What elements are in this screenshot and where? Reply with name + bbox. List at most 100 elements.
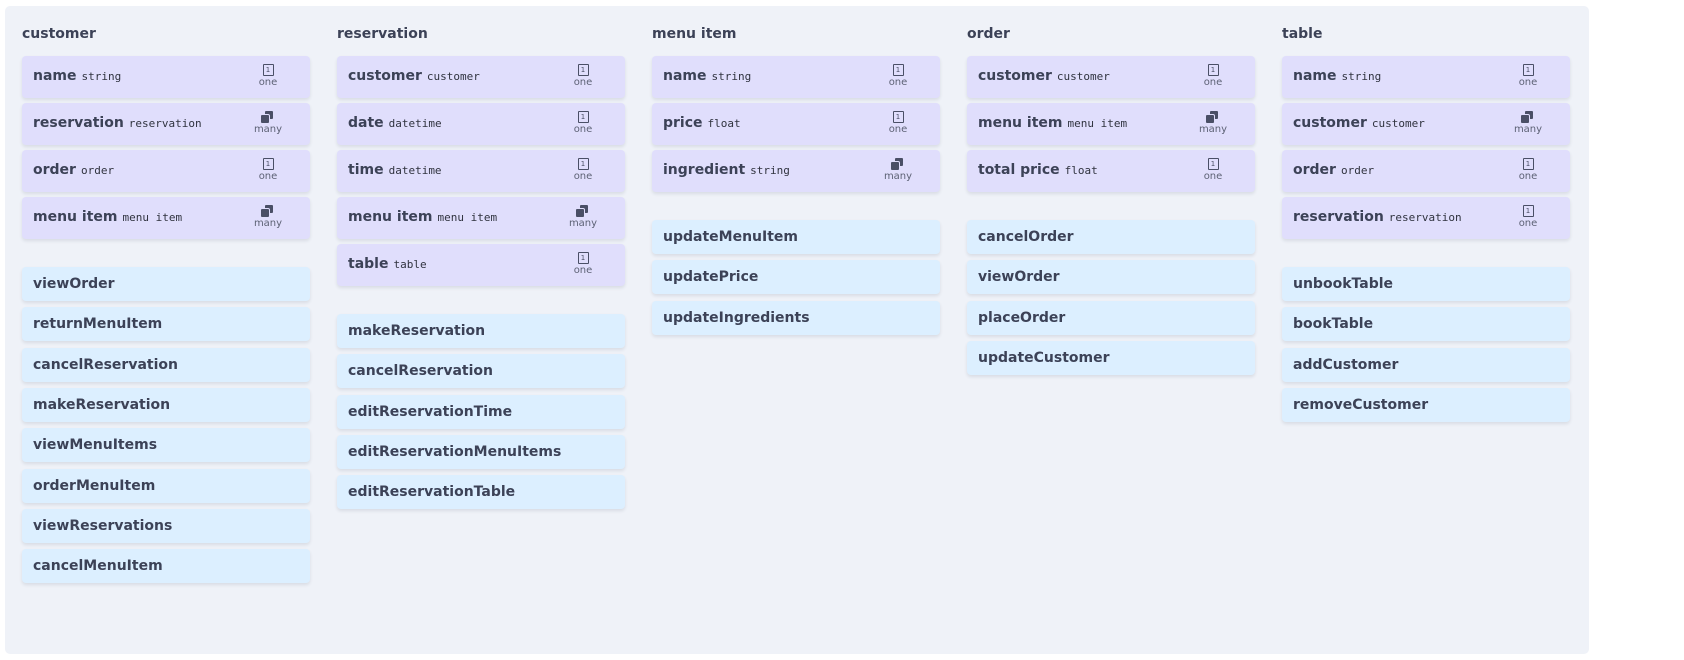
entity-title: order (967, 26, 1010, 42)
attribute-type: datetime (388, 117, 442, 130)
attribute-card[interactable]: table table 1 one (337, 244, 625, 286)
method-label: updateIngredients (663, 310, 810, 326)
attribute-card[interactable]: total price float 1 one (967, 150, 1255, 192)
entity-title: reservation (337, 26, 428, 42)
attribute-card[interactable]: date datetime 1 one (337, 103, 625, 145)
method-card[interactable]: viewOrder (967, 260, 1255, 294)
attribute-card[interactable]: menu item menu item many (22, 197, 310, 239)
method-card[interactable]: updateMenuItem (652, 220, 940, 254)
entity-panel-customer: customer name string 1 one reservation reserva… (5, 6, 329, 654)
multiplicity-one-icon: 1 (892, 64, 904, 76)
method-label: editReservationTable (348, 484, 516, 500)
multiplicity-label: many (1513, 124, 1543, 135)
attribute-text: order order (33, 162, 114, 178)
method-card[interactable]: cancelMenuItem (22, 549, 310, 583)
multiplicity-indicator: 1 one (563, 64, 603, 88)
method-card[interactable]: updateCustomer (967, 341, 1255, 375)
attribute-card[interactable]: reservation reservation many (22, 103, 310, 145)
method-card[interactable]: editReservationTime (337, 395, 625, 429)
method-label: viewOrder (978, 269, 1060, 285)
method-label: updatePrice (663, 269, 759, 285)
multiplicity-label: one (573, 265, 593, 276)
method-card[interactable]: editReservationTable (337, 475, 625, 509)
attribute-name: menu item (33, 209, 118, 225)
attribute-type: order (80, 164, 115, 177)
attribute-card[interactable]: reservation reservation 1 one (1282, 197, 1570, 239)
attribute-card[interactable]: order order 1 one (1282, 150, 1570, 192)
method-card[interactable]: updatePrice (652, 260, 940, 294)
method-card[interactable]: viewOrder (22, 267, 310, 301)
attribute-card[interactable]: menu item menu item many (967, 103, 1255, 145)
attribute-text: time datetime (348, 162, 442, 178)
multiplicity-label: one (888, 124, 908, 135)
attribute-card[interactable]: price float 1 one (652, 103, 940, 145)
attribute-text: order order (1293, 162, 1374, 178)
attribute-name: customer (978, 68, 1052, 84)
multiplicity-one-icon: 1 (1522, 205, 1534, 217)
multiplicity-indicator: many (248, 111, 288, 135)
attribute-type: reservation (128, 117, 202, 130)
multiplicity-label: many (568, 218, 598, 229)
multiplicity-one-icon: 1 (1207, 158, 1219, 170)
multiplicity-one-icon: 1 (892, 111, 904, 123)
multiplicity-many-icon (261, 205, 275, 217)
method-card[interactable]: cancelOrder (967, 220, 1255, 254)
attribute-card[interactable]: ingredient string many (652, 150, 940, 192)
attribute-card[interactable]: name string 1 one (652, 56, 940, 98)
method-card[interactable]: editReservationMenuItems (337, 435, 625, 469)
method-card[interactable]: updateIngredients (652, 301, 940, 335)
attribute-type: customer (426, 70, 480, 83)
method-label: updateMenuItem (663, 229, 798, 245)
attribute-name: date (348, 115, 384, 131)
multiplicity-label: many (253, 124, 283, 135)
multiplicity-many-icon (261, 111, 275, 123)
multiplicity-label: many (253, 218, 283, 229)
multiplicity-label: one (258, 171, 278, 182)
attribute-name: menu item (978, 115, 1063, 131)
multiplicity-indicator: many (1508, 111, 1548, 135)
entity-title: customer (22, 26, 96, 42)
attribute-card[interactable]: name string 1 one (1282, 56, 1570, 98)
method-label: returnMenuItem (33, 316, 163, 332)
attribute-card[interactable]: name string 1 one (22, 56, 310, 98)
attribute-card[interactable]: customer customer 1 one (337, 56, 625, 98)
method-card[interactable]: returnMenuItem (22, 307, 310, 341)
method-card[interactable]: makeReservation (22, 388, 310, 422)
attribute-text: table table (348, 256, 427, 272)
attribute-card[interactable]: order order 1 one (22, 150, 310, 192)
attribute-card[interactable]: menu item menu item many (337, 197, 625, 239)
method-card[interactable]: viewReservations (22, 509, 310, 543)
method-label: updateCustomer (978, 350, 1110, 366)
entity-title: table (1282, 26, 1323, 42)
multiplicity-one-icon: 1 (262, 158, 274, 170)
method-card[interactable]: cancelReservation (337, 354, 625, 388)
method-card[interactable]: cancelReservation (22, 348, 310, 382)
method-label: viewMenuItems (33, 437, 158, 453)
attribute-type: float (707, 117, 741, 130)
method-card[interactable]: removeCustomer (1282, 388, 1570, 422)
attribute-card[interactable]: customer customer 1 one (967, 56, 1255, 98)
entity-panel-table: table name string 1 one customer customer many o… (1265, 6, 1589, 654)
entity-panel-order: order customer customer 1 one menu item menu i… (950, 6, 1274, 654)
method-card[interactable]: placeOrder (967, 301, 1255, 335)
method-card[interactable]: viewMenuItems (22, 428, 310, 462)
multiplicity-label: many (883, 171, 913, 182)
attribute-card[interactable]: time datetime 1 one (337, 150, 625, 192)
attribute-type: menu item (122, 211, 183, 224)
method-card[interactable]: addCustomer (1282, 348, 1570, 382)
attribute-name: order (33, 162, 76, 178)
attribute-card[interactable]: customer customer many (1282, 103, 1570, 145)
multiplicity-label: one (1518, 218, 1538, 229)
method-card[interactable]: unbookTable (1282, 267, 1570, 301)
method-label: makeReservation (33, 397, 171, 413)
method-label: unbookTable (1293, 276, 1394, 292)
multiplicity-one-icon: 1 (577, 111, 589, 123)
class-diagram-board: customer name string 1 one reservation reserva… (0, 0, 1684, 660)
method-card[interactable]: makeReservation (337, 314, 625, 348)
multiplicity-many-icon (576, 205, 590, 217)
multiplicity-indicator: many (563, 205, 603, 229)
multiplicity-label: one (1203, 171, 1223, 182)
attribute-name: reservation (1293, 209, 1384, 225)
method-card[interactable]: bookTable (1282, 307, 1570, 341)
method-card[interactable]: orderMenuItem (22, 469, 310, 503)
